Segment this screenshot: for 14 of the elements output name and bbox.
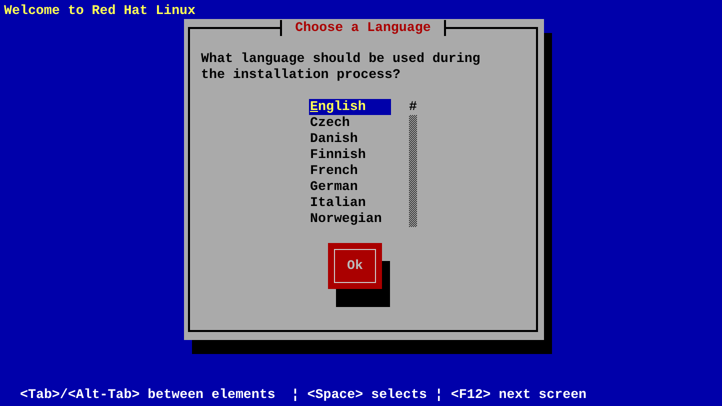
language-option[interactable]: Czech — [309, 115, 391, 131]
screen-title: Welcome to Red Hat Linux — [3, 2, 197, 19]
language-option[interactable]: Finnish — [309, 147, 391, 163]
dialog-title: Choose a Language — [280, 20, 446, 36]
scroll-thumb[interactable]: # — [409, 99, 417, 115]
help-line: <Tab>/<Alt-Tab> between elements ¦ <Space> selects ¦ <F12> next screen — [19, 387, 588, 404]
language-option[interactable]: German — [309, 179, 391, 195]
scrollbar-track[interactable] — [409, 115, 417, 227]
prompt-text: What language should be used during the installation process? — [201, 51, 482, 83]
language-option[interactable]: French — [309, 163, 391, 179]
language-option[interactable]: Norwegian — [309, 211, 391, 227]
language-option[interactable]: Danish — [309, 131, 391, 147]
language-option[interactable]: Italian — [309, 195, 391, 211]
language-option[interactable]: English — [309, 99, 391, 115]
